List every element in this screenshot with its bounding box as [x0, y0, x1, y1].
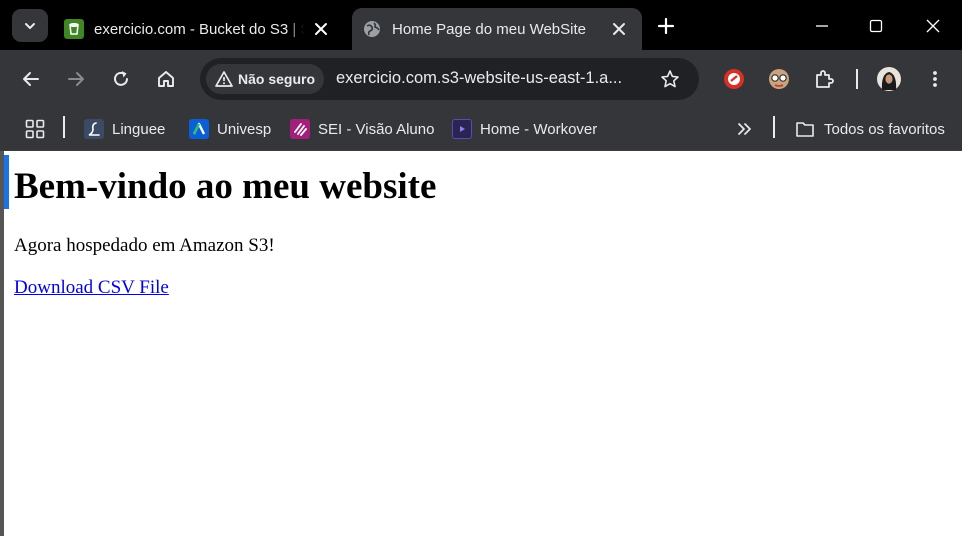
apps-grid-icon: [25, 119, 45, 139]
apps-button[interactable]: [25, 117, 45, 141]
bookmark-linguee[interactable]: Linguee: [84, 117, 165, 141]
home-button[interactable]: [152, 65, 180, 93]
home-icon: [158, 71, 174, 87]
focus-accent-bar: [4, 155, 9, 209]
bookmarks-divider: [773, 116, 775, 138]
forward-button[interactable]: [62, 65, 90, 93]
extensions-puzzle-icon[interactable]: [810, 65, 838, 93]
page-content: Bem-vindo ao meu website Agora hospedado…: [0, 151, 962, 536]
folder-icon: [795, 119, 815, 139]
download-csv-link[interactable]: Download CSV File: [14, 277, 169, 299]
tab-strip: exercicio.com - Bucket do S3 | S3 Home P…: [0, 0, 962, 50]
bookmark-workover[interactable]: Home - Workover: [452, 117, 597, 141]
profile-avatar[interactable]: [875, 65, 903, 93]
arrow-left-icon: [23, 72, 39, 86]
extension-red-icon[interactable]: [720, 65, 748, 93]
url-text[interactable]: exercicio.com.s3-website-us-east-1.a...: [336, 69, 640, 88]
bookmark-label: Univesp: [217, 120, 272, 138]
all-bookmarks-button[interactable]: Todos os favoritos: [795, 117, 945, 141]
browser-toolbar: Não seguro exercicio.com.s3-website-us-e…: [0, 50, 962, 108]
warning-icon: [214, 69, 234, 89]
page-heading: Bem-vindo ao meu website: [14, 166, 437, 207]
security-chip[interactable]: Não seguro: [206, 64, 324, 94]
new-tab-button[interactable]: [654, 14, 678, 38]
tab-home-page[interactable]: Home Page do meu WebSite: [352, 8, 642, 50]
plus-icon: [657, 17, 675, 35]
reload-icon: [114, 71, 128, 86]
bookmark-label: Home - Workover: [480, 120, 598, 138]
bookmark-star-icon[interactable]: [658, 67, 682, 91]
bookmarks-divider: [63, 116, 65, 138]
tab-search-button[interactable]: [12, 9, 48, 42]
menu-kebab-icon[interactable]: [921, 65, 949, 93]
arrow-right-icon: [68, 72, 84, 86]
reload-button[interactable]: [107, 65, 135, 93]
close-tab-icon[interactable]: [312, 20, 330, 38]
bookmark-label: SEI - Visão Aluno: [318, 120, 435, 138]
close-tab-icon[interactable]: [610, 20, 628, 38]
extension-glasses-icon[interactable]: [765, 65, 793, 93]
workover-icon: [452, 119, 472, 139]
univesp-icon: [189, 119, 209, 139]
tab-s3-bucket[interactable]: exercicio.com - Bucket do S3 | S3: [54, 8, 344, 50]
minimize-button[interactable]: [810, 14, 834, 38]
tab-title: exercicio.com - Bucket do S3 | S3: [94, 20, 304, 38]
globe-icon: [362, 19, 382, 39]
close-icon: [926, 19, 940, 33]
maximize-icon: [869, 19, 883, 33]
toolbar-divider: [856, 69, 858, 89]
address-bar[interactable]: Não seguro exercicio.com.s3-website-us-e…: [200, 58, 699, 100]
all-bookmarks-label: Todos os favoritos: [824, 120, 945, 138]
more-bookmarks-button[interactable]: [735, 117, 753, 141]
minimize-icon: [816, 25, 828, 27]
chevron-down-icon: [25, 22, 35, 29]
page-paragraph: Agora hospedado em Amazon S3!: [14, 235, 275, 256]
security-chip-label: Não seguro: [238, 71, 316, 87]
back-button[interactable]: [17, 65, 45, 93]
linguee-icon: [84, 119, 104, 139]
sei-icon: [290, 119, 310, 139]
s3-bucket-icon: [64, 19, 84, 39]
bookmark-sei[interactable]: SEI - Visão Aluno: [290, 117, 434, 141]
maximize-button[interactable]: [864, 14, 888, 38]
bookmark-univesp[interactable]: Univesp: [189, 117, 271, 141]
tab-title: Home Page do meu WebSite: [392, 20, 586, 38]
bookmark-label: Linguee: [112, 120, 166, 138]
bookmarks-bar: Linguee Univesp SEI - Visão Aluno Home -…: [0, 108, 962, 151]
double-chevron-right-icon: [738, 123, 751, 135]
close-window-button[interactable]: [921, 14, 945, 38]
